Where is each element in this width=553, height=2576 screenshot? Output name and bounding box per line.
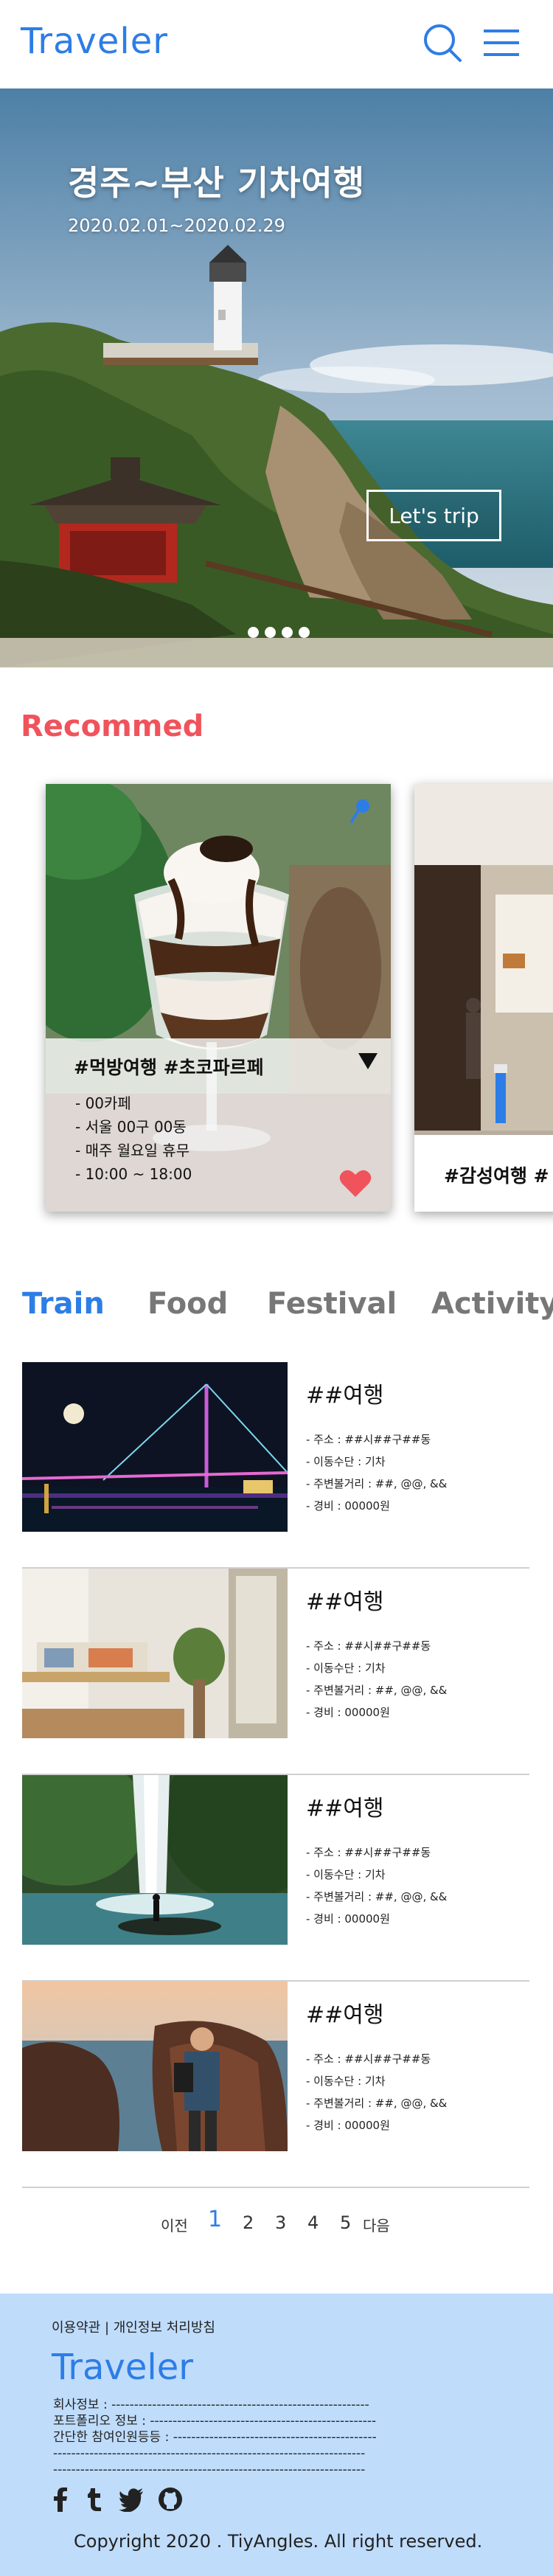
header: Traveler [0,0,553,88]
card-info-panel: #감성여행 # [414,1135,553,1212]
hero-date: 2020.02.01~2020.02.29 [68,215,285,236]
item-detail-line: - 이동수단 : 기차 [306,1455,386,1468]
twitter-icon[interactable] [118,2487,145,2512]
item-title: ##여행 [306,1383,384,1409]
footer-info-line: ----------------------------------------… [53,2462,366,2477]
item-details: - 주소 : ##시##구##동 - 이동수단 : 기차 - 주변볼거리 : #… [306,1428,447,1517]
item-title: ##여행 [306,1796,384,1822]
tab-festival[interactable]: Festival [267,1287,397,1321]
slider-dot[interactable] [265,627,276,638]
hero-title: 경주~부산 기차여행 [68,163,366,203]
hero-banner: 경주~부산 기차여행 2020.02.01~2020.02.29 Let's t… [0,88,553,667]
card-detail-line: - 서울 00구 00동 [75,1118,187,1136]
slider-dots [248,627,310,638]
github-icon[interactable] [158,2487,183,2512]
item-detail-line: - 주변볼거리 : ##, @@, && [306,1684,448,1697]
item-details: - 주소 : ##시##구##동 - 이동수단 : 기차 - 주변볼거리 : #… [306,2048,447,2136]
card-detail-line: - 10:00 ~ 18:00 [75,1165,192,1183]
tab-food[interactable]: Food [147,1287,228,1321]
item-detail-line: - 주소 : ##시##구##동 [306,1639,431,1653]
bridge-night-image [22,1362,288,1532]
card-detail-line: - 매주 월요일 휴무 [75,1142,190,1159]
card-details: - 00카페 - 서울 00구 00동 - 매주 월요일 휴무 - 10:00 … [75,1091,192,1186]
list-item[interactable]: ##여행 - 주소 : ##시##구##동 - 이동수단 : 기차 - 주변볼거… [22,1982,529,2188]
page-link[interactable]: 1 [208,2207,222,2232]
item-detail-line: - 경비 : 00000원 [306,1499,390,1513]
footer-info-line: 회사정보 : ---------------------------------… [53,2398,369,2412]
footer-info-line: ----------------------------------------… [53,2446,366,2461]
tab-activity[interactable]: Activity [431,1287,553,1321]
card-detail-line: - 00카페 [75,1094,131,1112]
item-detail-line: - 주변볼거리 : ##, @@, && [306,2097,448,2110]
list-item[interactable]: ##여행 - 주소 : ##시##구##동 - 이동수단 : 기차 - 주변볼거… [22,1775,529,1982]
list-item[interactable]: ##여행 - 주소 : ##시##구##동 - 이동수단 : 기차 - 주변볼거… [22,1569,529,1775]
slider-dot[interactable] [282,627,293,638]
prev-page-link[interactable]: 이전 [161,2214,188,2235]
item-detail-line: - 이동수단 : 기차 [306,1662,386,1675]
recommend-card[interactable]: #먹방여행 #초코파르페 - 00카페 - 서울 00구 00동 - 매주 월요… [46,784,391,1212]
facebook-icon[interactable] [50,2487,71,2512]
recommend-card[interactable]: #감성여행 # [414,784,553,1212]
footer-info: 회사정보 : ---------------------------------… [53,2397,377,2478]
waterfall-image [22,1775,288,1945]
item-detail-line: - 주소 : ##시##구##동 [306,2052,431,2066]
card-tags: #먹방여행 #초코파르페 [74,1057,264,1078]
tab-train[interactable]: Train [22,1287,105,1321]
category-tabs: Train Food Festival Activity [0,1287,553,1331]
footer: 이용약관 | 개인정보 처리방침 Traveler 회사정보 : -------… [0,2294,553,2576]
item-detail-line: - 주소 : ##시##구##동 [306,1846,431,1859]
heart-icon[interactable] [339,1169,372,1198]
next-page-link[interactable]: 다음 [363,2214,390,2235]
pin-icon[interactable] [349,799,370,824]
chevron-down-icon[interactable] [358,1053,378,1069]
menu-icon[interactable] [481,22,522,63]
item-detail-line: - 경비 : 00000원 [306,1912,390,1926]
item-detail-line: - 주변볼거리 : ##, @@, && [306,1477,448,1490]
card-tags: #감성여행 # [444,1165,549,1187]
cafe-interior-image [22,1569,288,1738]
item-details: - 주소 : ##시##구##동 - 이동수단 : 기차 - 주변볼거리 : #… [306,1841,447,1930]
slider-dot[interactable] [248,627,259,638]
item-detail-line: - 이동수단 : 기차 [306,2075,386,2088]
page-link[interactable]: 5 [340,2212,351,2233]
lets-trip-button[interactable]: Let's trip [366,490,501,541]
footer-info-line: 포트폴리오 정보 : -----------------------------… [53,2414,377,2429]
copyright-text: Copyright 2020 . TiyAngles. All right re… [74,2531,483,2552]
recommend-title: Recommed [21,709,204,743]
tumblr-icon[interactable] [84,2487,105,2512]
coast-rock-image [22,1982,288,2151]
social-links [50,2487,183,2512]
item-detail-line: - 경비 : 00000원 [306,2119,390,2132]
list-item[interactable]: ##여행 - 주소 : ##시##구##동 - 이동수단 : 기차 - 주변볼거… [22,1362,529,1569]
item-detail-line: - 경비 : 00000원 [306,1706,390,1719]
slider-dot[interactable] [299,627,310,638]
page-link[interactable]: 3 [275,2212,286,2233]
item-details: - 주소 : ##시##구##동 - 이동수단 : 기차 - 주변볼거리 : #… [306,1635,447,1723]
item-detail-line: - 주변볼거리 : ##, @@, && [306,1890,448,1903]
logo[interactable]: Traveler [21,21,168,62]
footer-logo: Traveler [52,2347,193,2388]
footer-links[interactable]: 이용약관 | 개인정보 처리방침 [52,2317,215,2336]
card-info-panel: #먹방여행 #초코파르페 - 00카페 - 서울 00구 00동 - 매주 월요… [46,1038,391,1212]
item-detail-line: - 이동수단 : 기차 [306,1868,386,1881]
pagination: 이전 1 2 3 4 5 다음 [0,2205,553,2235]
page-link[interactable]: 2 [243,2212,254,2233]
page-link[interactable]: 4 [307,2212,319,2233]
item-detail-line: - 주소 : ##시##구##동 [306,1433,431,1446]
item-title: ##여행 [306,2002,384,2028]
search-icon[interactable] [422,22,463,63]
item-title: ##여행 [306,1589,384,1615]
footer-info-line: 간단한 참여인원등등 : ---------------------------… [53,2430,377,2445]
